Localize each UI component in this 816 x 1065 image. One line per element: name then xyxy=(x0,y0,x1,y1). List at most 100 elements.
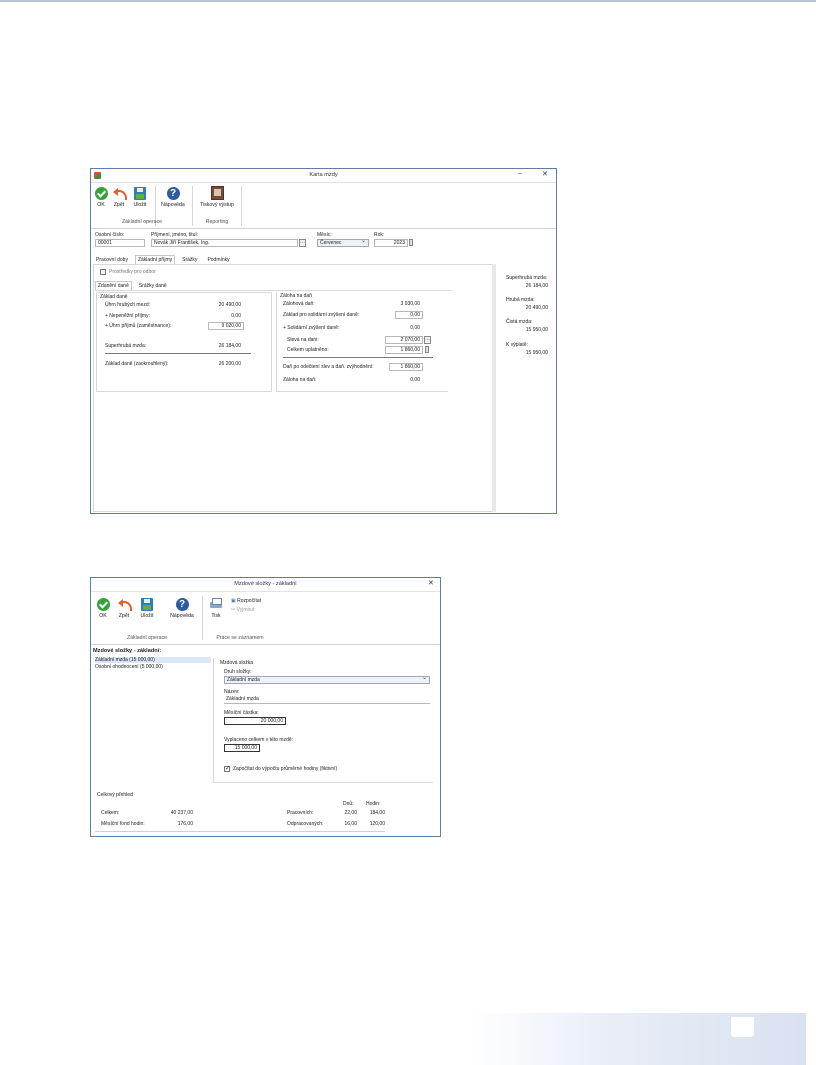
solidarni-zaklad-field[interactable]: 0,00 xyxy=(395,311,423,319)
vertical-scrollbar[interactable] xyxy=(492,264,496,512)
summary-title: Celkový přehled xyxy=(97,792,133,798)
zaloha-title: Záloha na daň xyxy=(280,293,312,299)
zaloha-row-label: + Solidární zvýšení daně: xyxy=(283,325,340,331)
druh-label: Druh složky: xyxy=(224,669,252,675)
uplatneno-button[interactable] xyxy=(425,346,429,353)
help-button[interactable]: ? Nápověda xyxy=(167,598,197,619)
nazev-field[interactable]: Základní mzda xyxy=(224,696,430,704)
side-superhruba-label: Superhrubá mzda: xyxy=(506,275,548,281)
window-karta-mzdy: Karta mzdy – ✕ OK Zpět Uložit ? Nápověda … xyxy=(90,168,557,514)
osobni-cislo-field[interactable]: 00001 xyxy=(95,239,145,247)
uhrn-prijmu-field[interactable]: 9 020,00 xyxy=(208,322,244,330)
jmeno-browse-button[interactable]: … xyxy=(299,239,306,247)
list-item[interactable]: Základní mzda (15 000,00) xyxy=(95,657,211,663)
prostredky-label: Prostředky pro odbor xyxy=(109,269,156,275)
zaloha-group: Záloha na daň Zálohová daň: 3 930,00 Zák… xyxy=(276,292,448,392)
list-title: Mzdové složky - základní: xyxy=(93,648,162,654)
druh-select[interactable]: Základní mzda xyxy=(224,675,430,684)
prostredky-checkbox[interactable] xyxy=(100,269,106,275)
celkem-value: 40 237,00 xyxy=(170,810,193,816)
minimize-icon[interactable]: – xyxy=(518,170,522,177)
zaklad-zaokr-label: Základ daně (zaokrouhlený): xyxy=(105,361,169,367)
ribbon-separator xyxy=(241,186,242,226)
detail-title: Mzdová složka xyxy=(220,660,254,666)
footer-band xyxy=(470,1013,806,1065)
uplatneno-field[interactable]: 1 860,00 xyxy=(385,346,423,354)
back-button[interactable]: Zpět xyxy=(116,598,132,619)
close-icon[interactable]: ✕ xyxy=(542,170,548,178)
zaloha-row-label: Základ pro solidární zvýšení daně: xyxy=(283,312,360,318)
zaklad-row-value: 0,00 xyxy=(231,313,241,319)
page-number-tab xyxy=(731,1017,754,1037)
vyplaceno-field[interactable]: 15 000,00 xyxy=(224,744,260,752)
rok-field[interactable]: 2023 xyxy=(374,239,408,247)
printer-icon xyxy=(209,598,223,611)
floppy-icon xyxy=(141,598,153,611)
save-button[interactable]: Uložit xyxy=(131,187,149,208)
ok-button[interactable]: OK xyxy=(94,187,108,208)
nazev-label: Název: xyxy=(224,689,240,695)
floppy-icon xyxy=(134,187,146,200)
dan-po-slevach-field[interactable]: 1 860,00 xyxy=(389,363,423,371)
zaklad-row-label: + Úhrn příjmů (zaměstnance): xyxy=(105,323,172,329)
castka-label: Měsíční částka: xyxy=(224,710,259,716)
side-superhruba-value: 26 184,00 xyxy=(525,283,548,289)
odprac-days: 16,00 xyxy=(344,821,357,827)
zaloha-row-value: 3 930,00 xyxy=(400,301,420,307)
tab-content: Prostředky pro odbor Zdanění daně Srážky… xyxy=(93,264,493,512)
mesic-label: Měsíc: xyxy=(317,232,332,238)
jmeno-field[interactable]: Novák Jiří František, Ing. xyxy=(151,239,298,247)
horizontal-scroll-stub xyxy=(95,831,385,832)
list-item[interactable]: Osobní ohodnocení (5 000,00) xyxy=(95,664,163,670)
subtab-content: Základ daně Úhrn hrubých mezd: 20 490,00… xyxy=(95,290,451,394)
zaklad-row-label: Úhrn hrubých mezd: xyxy=(105,302,151,308)
dan-po-slevach-label: Daň po odečtení slev a daň. zvýhodnění: xyxy=(283,364,374,370)
prac-label: Pracovních: xyxy=(287,810,314,816)
titlebar: Mzdové složky - základní ✕ xyxy=(91,578,440,592)
group-basic-ops: Základní operace xyxy=(121,219,163,225)
odprac-label: Odpracovaných: xyxy=(287,821,324,827)
print-button[interactable]: Tisk xyxy=(207,598,225,619)
window-title: Karta mzdy xyxy=(309,172,338,178)
zaklad-row-label: + Nepeněžní příjmy: xyxy=(105,313,150,319)
col-hours: Hodin: xyxy=(366,801,381,807)
save-button[interactable]: Uložit xyxy=(137,598,157,619)
side-cista-label: Čistá mzda: xyxy=(506,319,533,325)
fond-value: 176,00 xyxy=(177,821,193,827)
prac-days: 22,00 xyxy=(344,810,357,816)
report-icon xyxy=(210,186,224,200)
superhruba-value: 26 184,00 xyxy=(218,343,241,349)
zaklad-dane-title: Základ daně xyxy=(100,294,128,300)
mesic-select[interactable]: Červenec xyxy=(317,238,369,247)
top-rule xyxy=(0,0,816,2)
group-reporting: Reporting xyxy=(205,219,229,225)
zaloha-row-label: Celkem uplatněno: xyxy=(287,347,329,353)
back-button[interactable]: Zpět xyxy=(111,187,127,208)
side-hruba-label: Hrubá mzda: xyxy=(506,297,535,303)
sleva-field[interactable]: 2 070,00 xyxy=(385,336,423,344)
odprac-hours: 120,00 xyxy=(369,821,385,827)
zaloha-row-label: Zálohová daň: xyxy=(283,301,315,307)
castka-field[interactable]: 20 000,00 xyxy=(224,717,286,725)
zaloha-row-label: Sleva na dani: xyxy=(287,337,319,343)
rok-spinner[interactable] xyxy=(409,239,413,246)
remove-record-button[interactable]: ✂ Vyjmout xyxy=(231,607,254,613)
report-button[interactable]: Tiskový výstup xyxy=(195,186,239,208)
ok-button[interactable]: OK xyxy=(95,598,111,619)
help-button[interactable]: ? Nápověda xyxy=(158,187,188,208)
add-record-button[interactable]: ▣ Rozpočítat xyxy=(231,598,261,604)
check-icon xyxy=(96,598,110,611)
check-icon xyxy=(94,187,108,200)
ribbon-separator xyxy=(202,596,203,640)
question-icon: ? xyxy=(175,598,189,611)
sleva-browse-button[interactable]: … xyxy=(424,336,431,344)
close-icon[interactable]: ✕ xyxy=(428,579,434,587)
zaloha-final-value: 0,00 xyxy=(410,377,420,383)
superhruba-label: Superhrubá mzda: xyxy=(105,343,147,349)
prumer-checkbox[interactable] xyxy=(224,765,230,772)
side-kvyplate-label: K výplatě: xyxy=(506,342,528,348)
group-basic-ops: Základní operace xyxy=(126,635,168,641)
jmeno-label: Příjmení, jméno, titul: xyxy=(151,232,198,238)
prac-hours: 184,00 xyxy=(369,810,385,816)
window-mzdove-slozky: Mzdové složky - základní ✕ OK Zpět Uloži… xyxy=(90,577,441,837)
